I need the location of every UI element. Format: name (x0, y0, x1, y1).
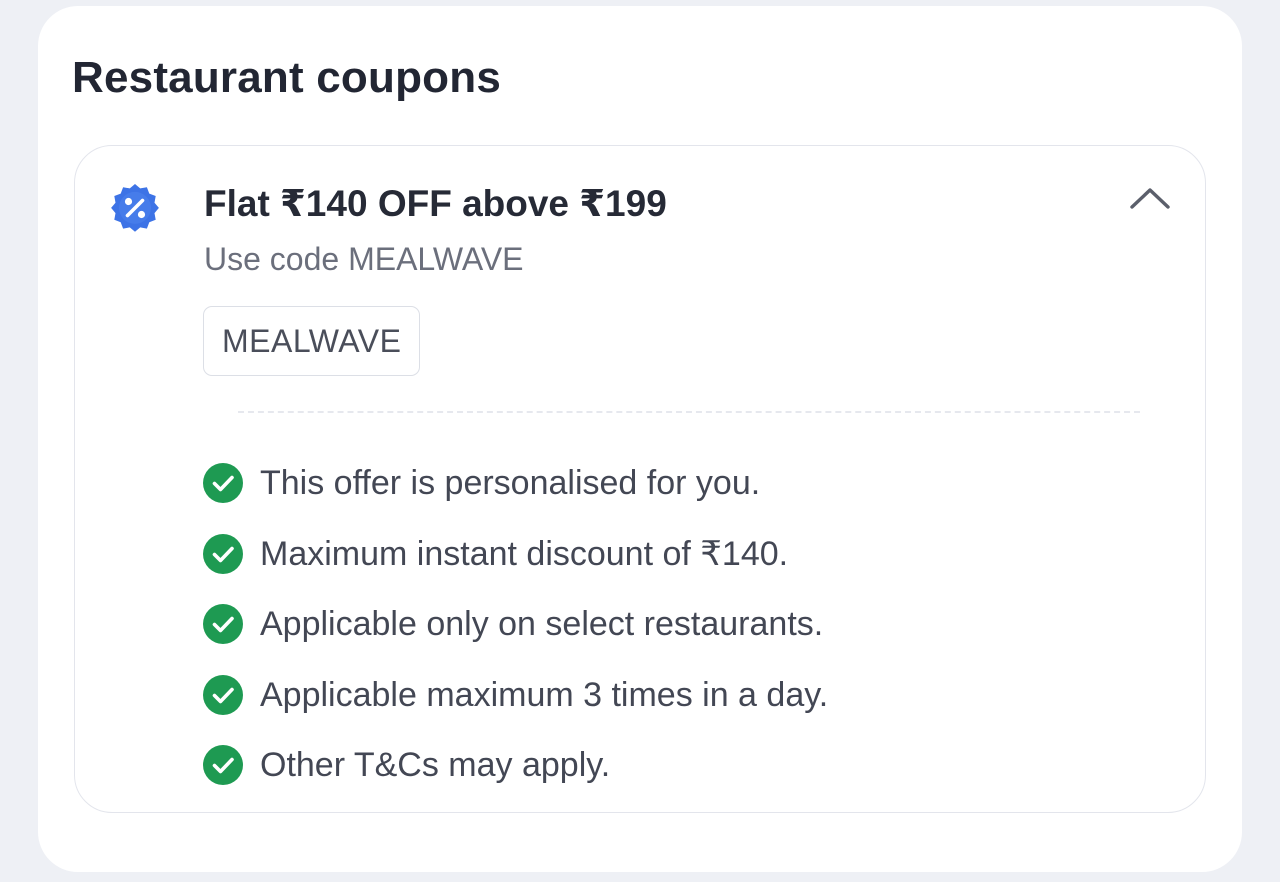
term-text: This offer is personalised for you. (260, 464, 761, 503)
section-title: Restaurant coupons (72, 53, 501, 102)
coupon-code-chip[interactable]: MEALWAVE (203, 306, 421, 376)
term-text: Applicable maximum 3 times in a day. (260, 675, 829, 714)
term-text: Other T&Cs may apply. (260, 746, 611, 785)
dashed-divider (238, 411, 1140, 413)
discount-badge-icon (108, 180, 162, 234)
terms-list: This offer is personalised for you. Maxi… (203, 448, 828, 801)
term-item: Maximum instant discount of ₹140. (203, 519, 828, 590)
check-circle-icon (203, 674, 243, 715)
check-circle-icon (203, 745, 243, 786)
term-text: Maximum instant discount of ₹140. (260, 534, 789, 573)
collapse-button[interactable] (1124, 178, 1176, 222)
check-circle-icon (203, 604, 243, 645)
coupon-title: Flat ₹140 OFF above ₹199 (204, 183, 667, 224)
term-item: Applicable only on select restaurants. (203, 589, 828, 660)
chevron-up-icon (1128, 185, 1172, 216)
term-item: Applicable maximum 3 times in a day. (203, 660, 828, 731)
term-item: Other T&Cs may apply. (203, 730, 828, 801)
term-item: This offer is personalised for you. (203, 448, 828, 519)
term-text: Applicable only on select restaurants. (260, 605, 824, 644)
check-circle-icon (203, 533, 243, 574)
check-circle-icon (203, 463, 243, 504)
coupon-subtitle: Use code MEALWAVE (204, 241, 524, 277)
